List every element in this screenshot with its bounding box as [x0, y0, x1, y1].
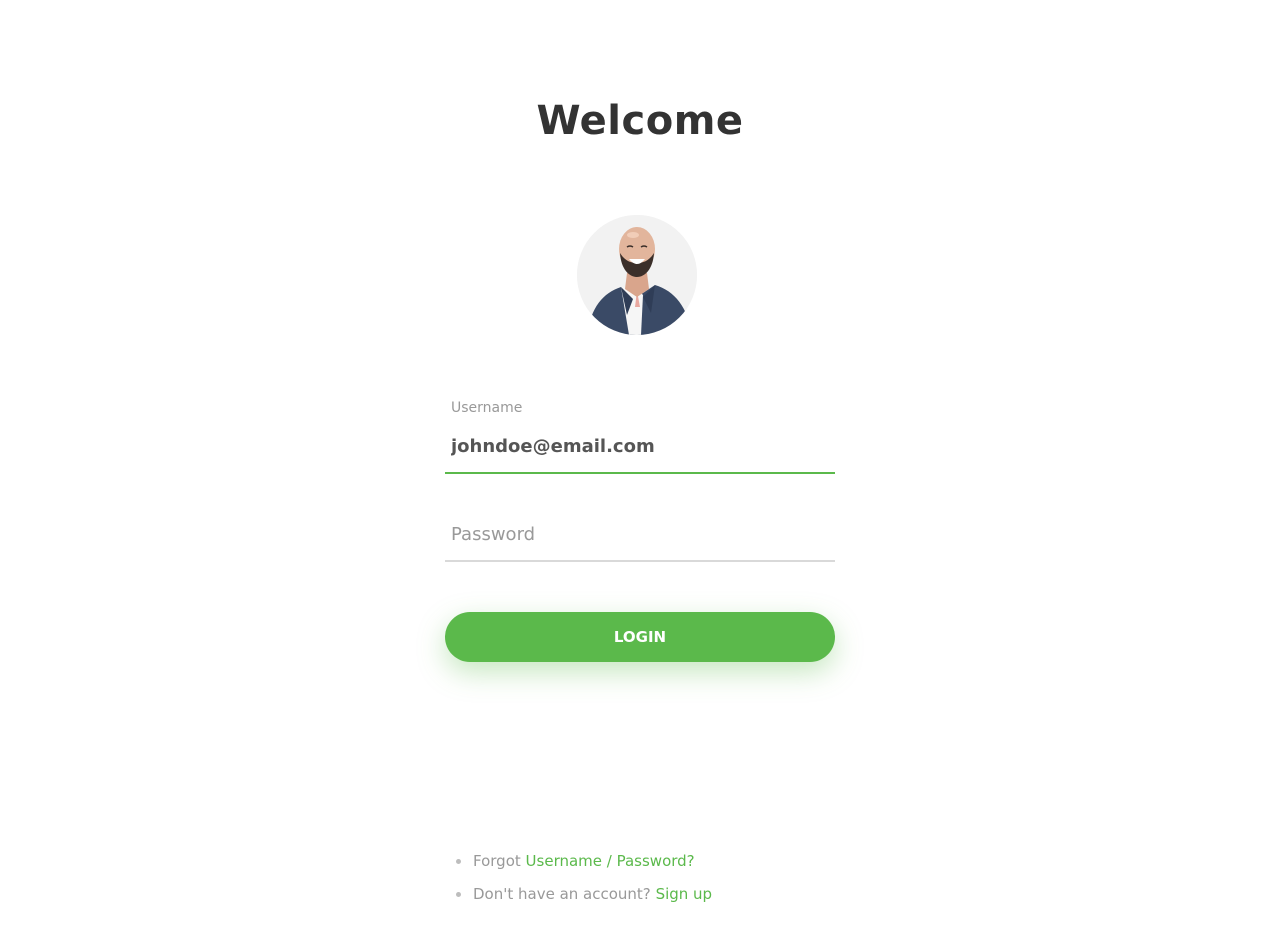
username-label: Username — [451, 400, 523, 416]
username-input[interactable] — [445, 432, 835, 460]
password-field — [445, 510, 835, 562]
avatar-photo — [577, 215, 697, 335]
username-field: Username — [445, 398, 835, 474]
forgot-item: Forgot Username / Password? — [455, 849, 712, 882]
login-page: Welcome Username johndoe@email.com LOGIN… — [0, 0, 1280, 939]
password-underline — [445, 560, 835, 562]
page-title: Welcome — [536, 98, 744, 144]
help-links: Forgot Username / Password? Don't have a… — [455, 849, 712, 915]
signup-item: Don't have an account? Sign up — [455, 882, 712, 915]
sign-up-link[interactable]: Sign up — [656, 885, 713, 903]
forgot-credentials-link[interactable]: Username / Password? — [526, 852, 695, 870]
forgot-prefix: Forgot — [473, 852, 521, 870]
username-underline — [445, 472, 835, 474]
avatar — [577, 215, 697, 335]
password-input[interactable] — [445, 520, 835, 548]
signup-prefix: Don't have an account? — [473, 885, 651, 903]
login-button[interactable]: LOGIN — [445, 612, 835, 662]
